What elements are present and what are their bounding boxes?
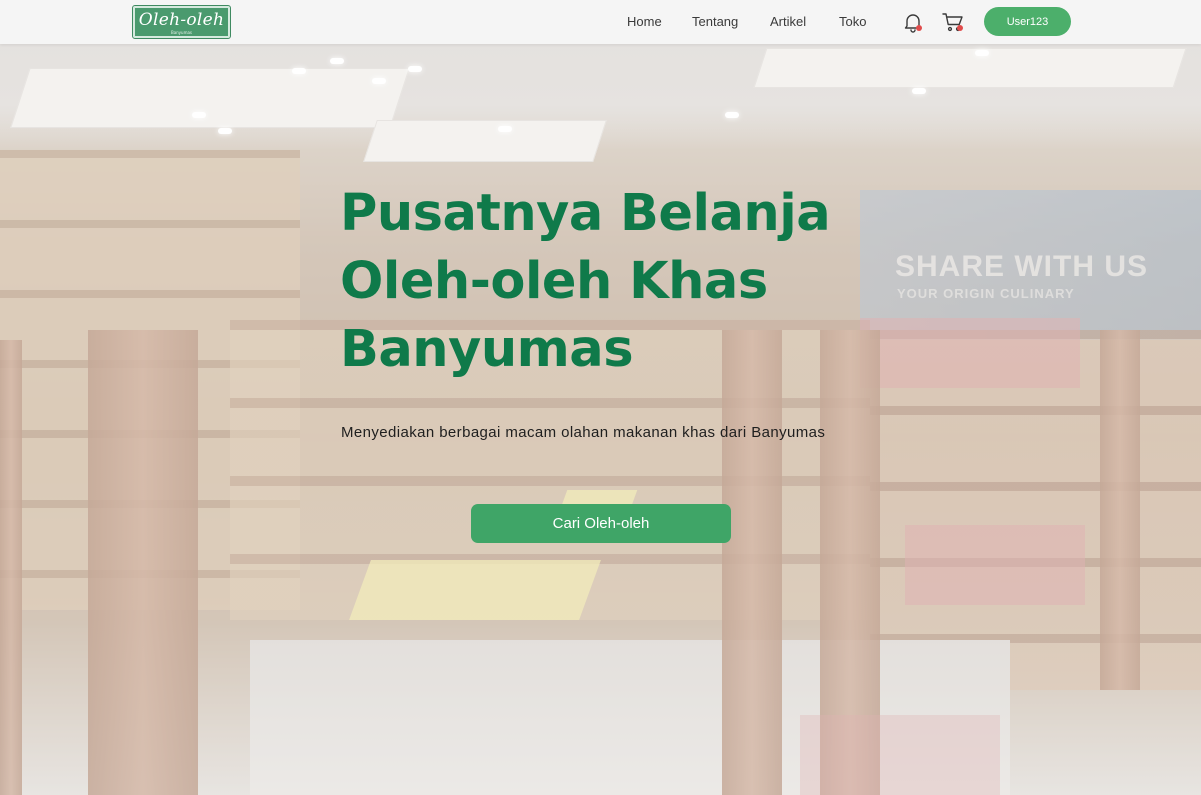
hero-background-image: SHARE WITH US YOUR ORIGIN CULINARY (0, 0, 1201, 795)
top-navbar: Oleh-oleh Banyumas Home Tentang Artikel … (0, 0, 1201, 44)
bell-icon[interactable] (901, 10, 925, 34)
hero-title: Pusatnya Belanja Oleh-oleh Khas Banyumas (340, 180, 900, 384)
user-account-button[interactable]: User123 (984, 7, 1071, 36)
notification-badge (916, 25, 922, 31)
cart-icon[interactable] (941, 10, 965, 34)
search-souvenirs-button[interactable]: Cari Oleh-oleh (471, 504, 731, 543)
hero-title-line: Oleh-oleh Khas (340, 252, 768, 311)
nav-link-tentang[interactable]: Tentang (692, 14, 738, 29)
brand-logo[interactable]: Oleh-oleh Banyumas (132, 5, 231, 39)
hero-description: Menyediakan berbagai macam olahan makana… (341, 424, 826, 441)
nav-link-toko[interactable]: Toko (839, 14, 866, 29)
cart-badge (957, 25, 963, 31)
nav-link-artikel[interactable]: Artikel (770, 14, 806, 29)
hero-title-line: Banyumas (340, 320, 634, 379)
nav-link-home[interactable]: Home (627, 14, 662, 29)
logo-subtext: Banyumas (170, 30, 193, 35)
hero-title-line: Pusatnya Belanja (340, 184, 831, 243)
logo-text: Oleh-oleh (138, 10, 225, 30)
